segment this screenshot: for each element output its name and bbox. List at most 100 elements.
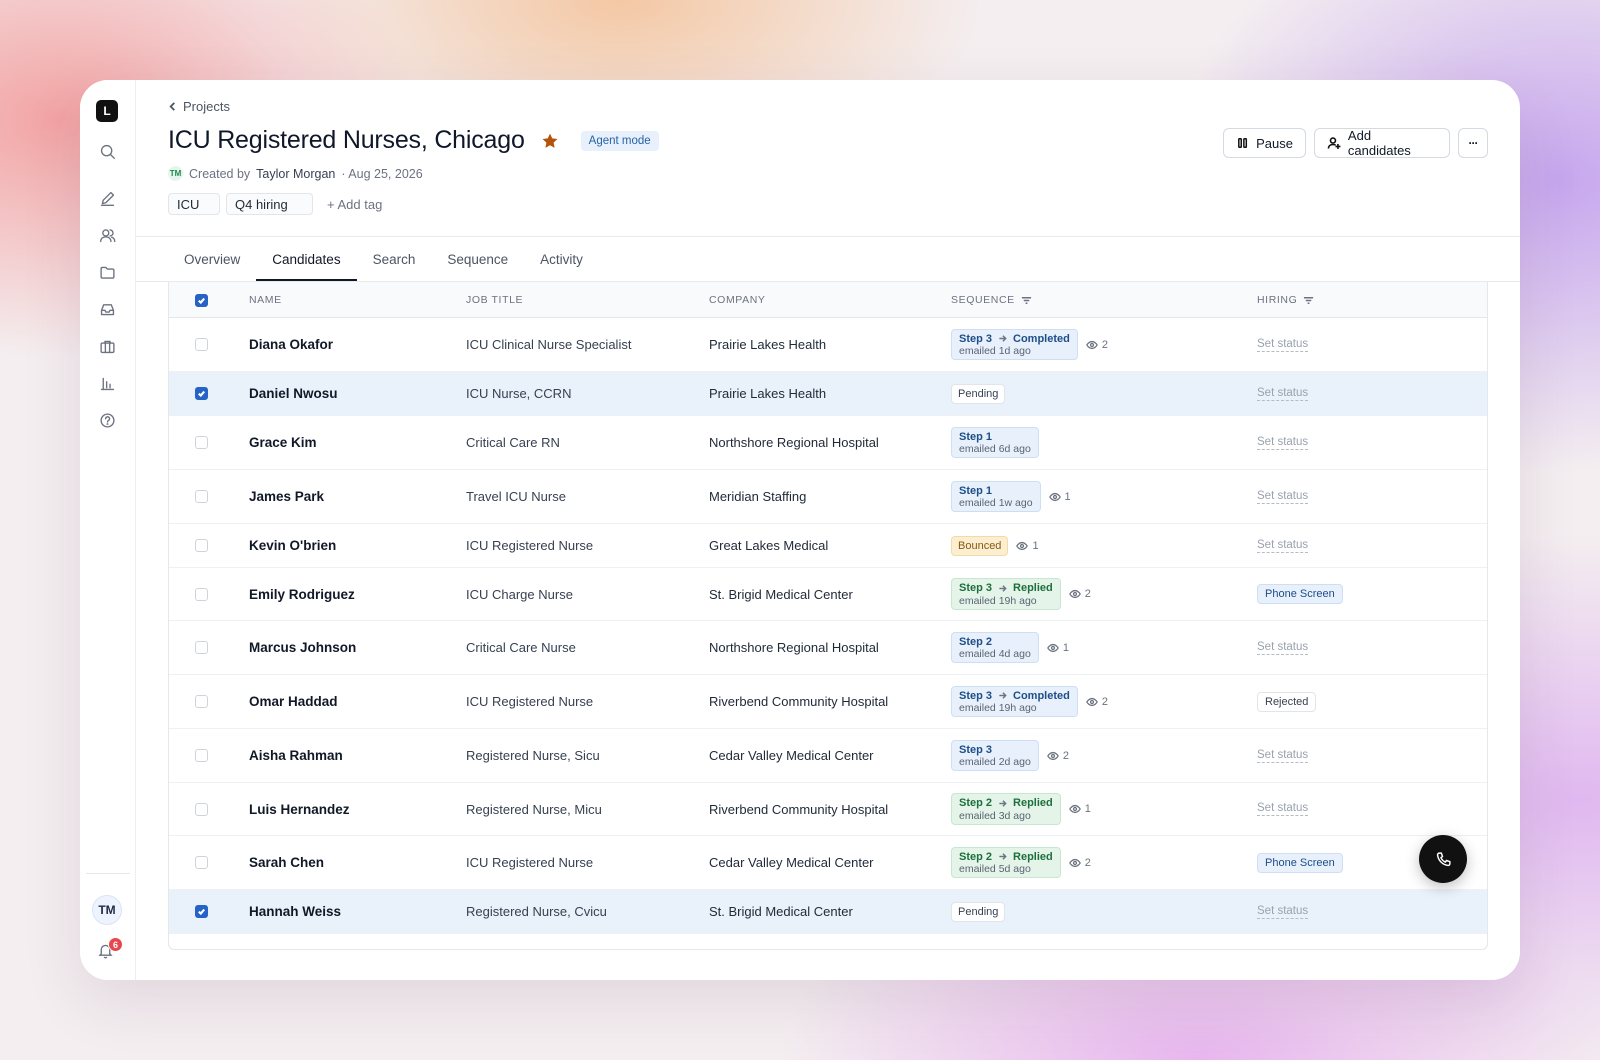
set-status-link[interactable]: Set status	[1257, 641, 1309, 655]
bar-chart-icon[interactable]	[97, 373, 117, 393]
row-checkbox[interactable]	[195, 695, 208, 708]
select-all-checkbox[interactable]	[195, 293, 208, 307]
arrow-right-icon	[998, 334, 1007, 343]
sequence-status-pill[interactable]: Pending	[951, 383, 1006, 404]
candidate-name[interactable]: Luis Hernandez	[249, 783, 350, 835]
row-checkbox[interactable]	[195, 539, 208, 552]
star-icon[interactable]	[541, 132, 559, 150]
candidate-name[interactable]: Sarah Chen	[249, 836, 324, 889]
candidate-name[interactable]: Aisha Rahman	[249, 729, 343, 782]
breadcrumb-projects[interactable]: Projects	[183, 99, 230, 114]
row-checkbox[interactable]	[195, 856, 208, 869]
hiring-status-pill[interactable]: Rejected	[1257, 691, 1317, 712]
candidate-name[interactable]: Hannah Weiss	[249, 890, 341, 933]
call-button[interactable]	[1419, 835, 1467, 883]
more-options-button[interactable]: ···	[1458, 128, 1488, 158]
set-status-link[interactable]: Set status	[1257, 802, 1309, 816]
breadcrumb[interactable]: Projects	[168, 99, 230, 114]
tag-icu[interactable]: ICU	[168, 193, 220, 215]
sequence-cell: Step 2 Replied emailed 3d ago 1	[951, 783, 1091, 835]
sequence-step: Step 2	[959, 797, 993, 810]
sequence-status[interactable]: Step 3 Completed emailed 1d ago	[951, 328, 1078, 361]
filter-icon[interactable]	[1303, 295, 1314, 306]
table-row[interactable]: Hannah Weiss Registered Nurse, Cvicu St. B…	[169, 890, 1487, 934]
add-tag-button[interactable]: + Add tag	[327, 197, 382, 212]
table-row[interactable]: Grace Kim Critical Care RN Northshore Regi…	[169, 416, 1487, 470]
creator-name[interactable]: Taylor Morgan	[256, 167, 335, 181]
filter-icon[interactable]	[1021, 295, 1032, 306]
candidate-name[interactable]: Emily Rodriguez	[249, 568, 355, 620]
set-status-link[interactable]: Set status	[1257, 338, 1309, 352]
column-name[interactable]: NAME	[249, 282, 282, 318]
sequence-status[interactable]: Step 2 Replied emailed 5d ago	[951, 846, 1061, 879]
tab-candidates[interactable]: Candidates	[256, 237, 357, 281]
edit-icon[interactable]	[97, 188, 117, 208]
set-status-link[interactable]: Set status	[1257, 905, 1309, 919]
sequence-status[interactable]: Step 1 emailed 6d ago	[951, 426, 1039, 459]
row-checkbox[interactable]	[195, 641, 208, 654]
tab-activity[interactable]: Activity	[524, 237, 599, 281]
briefcase-icon[interactable]	[97, 336, 117, 356]
table-row[interactable]: Aisha Rahman Registered Nurse, Sicu Cedar …	[169, 729, 1487, 783]
candidate-name[interactable]: Omar Haddad	[249, 675, 338, 728]
candidate-name[interactable]: Diana Okafor	[249, 318, 333, 371]
candidate-name[interactable]: Kevin O'brien	[249, 524, 336, 567]
folder-icon[interactable]	[97, 262, 117, 282]
search-icon[interactable]	[97, 141, 117, 161]
add-candidates-button[interactable]: Add candidates	[1314, 128, 1450, 158]
set-status-link[interactable]: Set status	[1257, 749, 1309, 763]
app-logo[interactable]: L	[96, 100, 118, 122]
table-row[interactable]: Kevin O'brien ICU Registered Nurse Great L…	[169, 524, 1487, 568]
tab-sequence[interactable]: Sequence	[431, 237, 524, 281]
users-icon[interactable]	[97, 225, 117, 245]
sequence-status[interactable]: Step 2 emailed 4d ago	[951, 631, 1039, 664]
sequence-status[interactable]: Step 3 emailed 2d ago	[951, 739, 1039, 772]
sequence-status-pill[interactable]: Pending	[951, 901, 1006, 922]
candidate-name[interactable]: James Park	[249, 470, 324, 523]
arrow-right-icon	[998, 799, 1007, 808]
column-sequence[interactable]: SEQUENCE	[951, 282, 1032, 318]
candidate-name[interactable]: Marcus Johnson	[249, 621, 356, 674]
set-status-link[interactable]: Set status	[1257, 539, 1309, 553]
sequence-status[interactable]: Step 2 Replied emailed 3d ago	[951, 793, 1061, 825]
row-checkbox[interactable]	[195, 802, 208, 816]
table-row[interactable]: Emily Rodriguez ICU Charge Nurse St. Brigi…	[169, 568, 1487, 621]
column-company[interactable]: COMPANY	[709, 282, 766, 318]
table-row[interactable]: Marcus Johnson Critical Care Nurse Northsh…	[169, 621, 1487, 675]
sequence-status[interactable]: Step 1 emailed 1w ago	[951, 480, 1041, 513]
sequence-status[interactable]: Step 3 Completed emailed 19h ago	[951, 685, 1078, 718]
table-row[interactable]: Omar Haddad ICU Registered Nurse Riverbend…	[169, 675, 1487, 729]
tab-overview[interactable]: Overview	[168, 237, 256, 281]
row-checkbox[interactable]	[195, 749, 208, 762]
row-checkbox[interactable]	[195, 387, 208, 400]
row-checkbox[interactable]	[195, 587, 208, 601]
table-row[interactable]: Daniel Nwosu ICU Nurse, CCRN Prairie Lakes…	[169, 372, 1487, 416]
column-hiring[interactable]: HIRING	[1257, 282, 1314, 318]
row-checkbox[interactable]	[195, 338, 208, 351]
user-avatar[interactable]: TM	[92, 895, 122, 925]
sequence-last-email: emailed 1d ago	[959, 345, 1031, 358]
hiring-status-pill[interactable]: Phone Screen	[1257, 584, 1343, 604]
candidate-name[interactable]: Grace Kim	[249, 416, 317, 469]
table-row[interactable]: James Park Travel ICU Nurse Meridian Staff…	[169, 470, 1487, 524]
set-status-link[interactable]: Set status	[1257, 490, 1309, 504]
row-checkbox[interactable]	[195, 490, 208, 503]
tab-search[interactable]: Search	[357, 237, 432, 281]
sequence-status[interactable]: Step 3 Replied emailed 19h ago	[951, 578, 1061, 610]
hiring-cell: Set status	[1257, 372, 1309, 415]
hiring-status-pill[interactable]: Phone Screen	[1257, 852, 1343, 873]
row-checkbox[interactable]	[195, 436, 208, 449]
candidate-name[interactable]: Daniel Nwosu	[249, 372, 338, 415]
table-row[interactable]: Sarah Chen ICU Registered Nurse Cedar Vall…	[169, 836, 1487, 890]
set-status-link[interactable]: Set status	[1257, 387, 1309, 401]
help-icon[interactable]	[97, 410, 117, 430]
set-status-link[interactable]: Set status	[1257, 436, 1309, 450]
table-row[interactable]: Luis Hernandez Registered Nurse, Micu Rive…	[169, 783, 1487, 836]
row-checkbox[interactable]	[195, 905, 208, 918]
sequence-status-pill[interactable]: Bounced	[951, 535, 1009, 556]
inbox-icon[interactable]	[97, 299, 117, 319]
tag-q4-hiring[interactable]: Q4 hiring	[226, 193, 313, 215]
pause-button[interactable]: Pause	[1223, 128, 1306, 158]
table-row[interactable]: Diana Okafor ICU Clinical Nurse Specialis…	[169, 318, 1487, 372]
column-job-title[interactable]: JOB TITLE	[466, 282, 523, 318]
